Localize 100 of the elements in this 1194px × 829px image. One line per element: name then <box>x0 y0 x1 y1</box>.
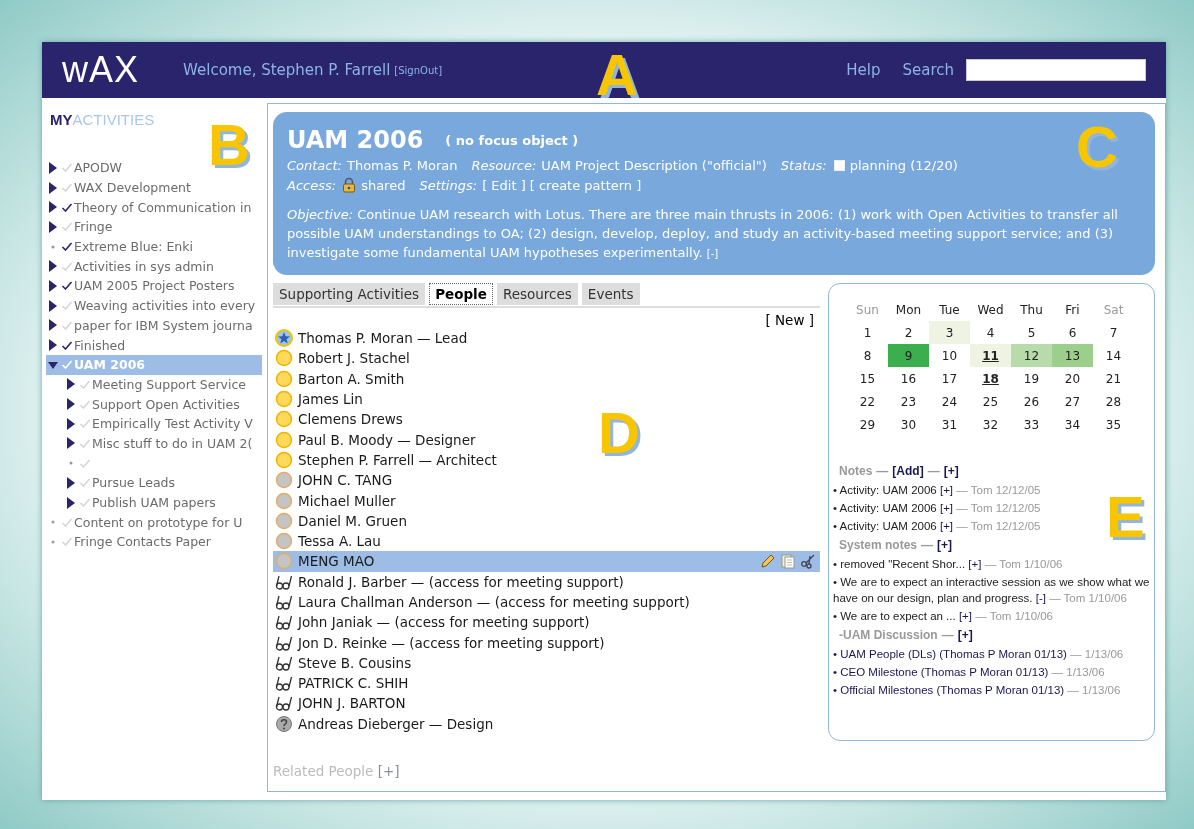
tree-item[interactable]: Content on prototype for U <box>46 512 262 533</box>
calendar-day[interactable]: 6 <box>1052 321 1093 344</box>
tree-item[interactable]: UAM 2005 Project Posters <box>46 276 262 296</box>
expand-arrow-icon[interactable] <box>48 339 58 352</box>
expand-link[interactable]: [+] <box>939 520 954 532</box>
calendar-day[interactable]: 35 <box>1093 413 1134 436</box>
tree-item[interactable]: Activities in sys admin <box>46 256 262 277</box>
person-row[interactable]: Andreas Dieberger — Design <box>273 713 494 734</box>
expand-arrow-icon[interactable] <box>48 319 58 332</box>
tree-item[interactable]: Empirically Test Activity V <box>64 413 262 434</box>
expand-arrow-icon[interactable] <box>66 496 76 509</box>
header-link[interactable]: Search <box>902 61 954 79</box>
calendar-day[interactable]: 22 <box>847 390 888 413</box>
person-row[interactable]: Laura Challman Anderson — (access for meeting support) <box>273 591 690 613</box>
person-row[interactable]: Robert J. Stachel <box>273 348 410 369</box>
calendar-day[interactable]: 3 <box>929 321 970 344</box>
calendar-day[interactable]: 28 <box>1093 390 1134 413</box>
tree-item[interactable]: Meeting Support Service <box>64 374 262 395</box>
search-field[interactable] <box>966 59 1146 81</box>
tree-item[interactable]: Support Open Activities <box>64 394 262 414</box>
header-link[interactable]: Help <box>846 61 881 79</box>
tab[interactable]: Supporting Activities <box>273 283 426 305</box>
pencil-icon[interactable] <box>760 553 776 570</box>
expand-arrow-icon[interactable] <box>48 181 58 194</box>
discussion-entry[interactable]: • UAM People (DLs) (Thomas P Moran 01/13) — 1/13/06 <box>833 646 1150 662</box>
tab[interactable]: Events <box>581 283 640 305</box>
person-row[interactable]: Tessa A. Lau <box>273 530 381 552</box>
calendar-day[interactable]: 4 <box>970 321 1011 344</box>
expand-arrow-icon[interactable] <box>48 279 58 292</box>
expand-arrow-icon[interactable] <box>66 417 76 430</box>
tab[interactable]: People <box>429 283 493 305</box>
expand-arrow-icon[interactable] <box>48 220 58 233</box>
person-row[interactable]: Jon D. Reinke — (access for meeting support) <box>273 632 605 653</box>
expand-link[interactable]: [+] <box>939 484 954 496</box>
tree-item[interactable]: paper for IBM System journa <box>46 315 262 336</box>
tab[interactable]: Resources <box>496 283 578 305</box>
section-link[interactable]: [+] <box>957 628 973 642</box>
discussion-entry[interactable]: • Official Milestones (Thomas P Moran 01/13) — 1/13/06 <box>833 682 1150 698</box>
person-row[interactable]: Thomas P. Moran — Lead <box>273 328 468 349</box>
calendar-day[interactable]: 25 <box>970 390 1011 413</box>
person-row[interactable]: MENG MAO <box>273 551 820 572</box>
calendar-day[interactable]: 34 <box>1052 413 1093 436</box>
calendar-day[interactable]: 29 <box>847 413 888 436</box>
calendar-day[interactable]: 31 <box>929 413 970 436</box>
section-link[interactable]: [Add] <box>892 464 924 478</box>
status-checkbox[interactable] <box>833 160 845 171</box>
person-row[interactable]: Daniel M. Gruen <box>273 510 407 531</box>
calendar-day[interactable]: 1 <box>847 321 888 344</box>
calendar-day[interactable]: 18 <box>970 367 1011 390</box>
calendar-day[interactable]: 13 <box>1052 344 1093 367</box>
expand-arrow-icon[interactable] <box>66 398 76 411</box>
tree-item[interactable]: Fringe Contacts Paper <box>46 532 262 552</box>
tree-item[interactable]: Weaving activities into every <box>46 295 262 316</box>
logo[interactable]: wAX <box>62 49 140 91</box>
calendar-day[interactable]: 17 <box>929 367 970 390</box>
tree-item[interactable]: WAX Development <box>46 177 262 198</box>
person-row[interactable]: JOHN J. BARTON <box>273 693 406 714</box>
expand-arrow-icon[interactable] <box>48 260 58 273</box>
expand-link[interactable]: [-] <box>1035 592 1046 604</box>
person-row[interactable]: Barton A. Smith <box>273 368 405 389</box>
tree-item[interactable]: Pursue Leads <box>64 473 262 493</box>
calendar-day[interactable]: 7 <box>1093 321 1134 344</box>
calendar-day[interactable]: 2 <box>888 321 929 344</box>
calendar-day[interactable]: 21 <box>1093 367 1134 390</box>
tree-item[interactable]: Finished <box>46 335 262 355</box>
tree-item[interactable]: Publish UAM papers <box>64 492 262 513</box>
expand-arrow-icon[interactable] <box>66 378 76 391</box>
calendar-day[interactable]: 12 <box>1011 344 1052 367</box>
check-icon[interactable] <box>60 340 74 350</box>
expand-link[interactable]: [+] <box>958 610 973 622</box>
expand-arrow-icon[interactable] <box>66 437 76 450</box>
calendar-day[interactable]: 16 <box>888 367 929 390</box>
tree-item[interactable]: Fringe <box>46 217 262 237</box>
tree-item[interactable]: Misc stuff to do in UAM 2( <box>64 433 262 454</box>
check-icon[interactable] <box>60 242 74 252</box>
check-icon[interactable] <box>60 202 74 212</box>
person-row[interactable]: James Lin <box>273 388 363 410</box>
person-row[interactable]: Paul B. Moody — Designer <box>273 429 476 450</box>
person-row[interactable]: PATRICK C. SHIH <box>273 673 409 694</box>
expand-arrow-icon[interactable] <box>48 299 58 312</box>
person-row[interactable]: JOHN C. TANG <box>273 470 393 491</box>
expand-link[interactable]: [+] <box>939 502 954 514</box>
person-row[interactable]: Michael Muller <box>273 490 396 511</box>
section-link[interactable]: [+] <box>937 538 953 552</box>
tree-item[interactable]: Extreme Blue: Enki <box>46 236 262 257</box>
calendar-day[interactable]: 20 <box>1052 367 1093 390</box>
calendar-day[interactable]: 10 <box>929 344 970 367</box>
calendar-day[interactable]: 26 <box>1011 390 1052 413</box>
person-row[interactable]: Steve B. Cousins <box>273 652 412 674</box>
expand-link[interactable]: [+] <box>968 558 982 570</box>
person-row[interactable]: Stephen P. Farrell — Architect <box>273 449 497 471</box>
person-row[interactable]: John Janiak — (access for meeting support) <box>273 612 590 633</box>
calendar-day[interactable]: 33 <box>1011 413 1052 436</box>
section-link[interactable]: [+] <box>943 464 959 478</box>
person-row[interactable]: Clemens Drews <box>273 409 403 430</box>
calendar-day[interactable]: 24 <box>929 390 970 413</box>
calendar-day[interactable]: 14 <box>1093 344 1134 367</box>
expand-arrow-icon[interactable] <box>48 201 58 214</box>
scissors-icon[interactable] <box>800 553 816 570</box>
expand-arrow-icon[interactable] <box>48 161 58 174</box>
